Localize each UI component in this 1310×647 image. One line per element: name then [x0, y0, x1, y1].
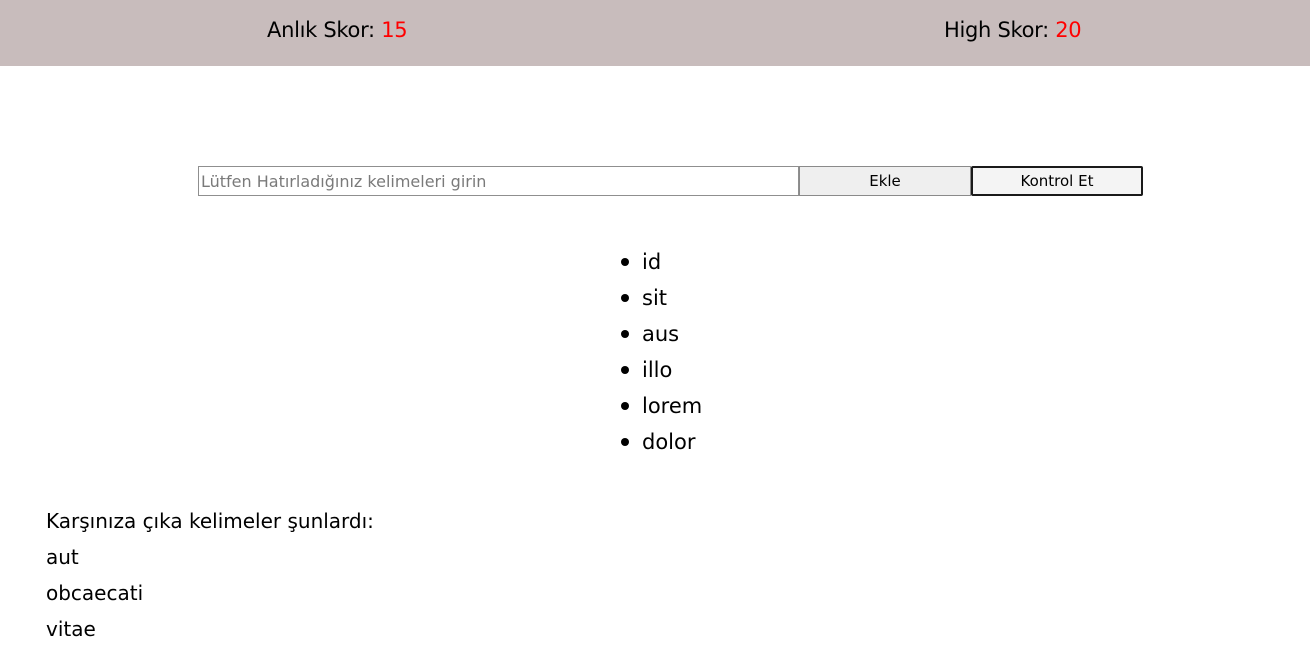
- high-score: High Skor: 20: [944, 17, 1082, 43]
- current-score-label: Anlık Skor:: [267, 18, 382, 42]
- word-input[interactable]: [198, 166, 799, 196]
- check-button[interactable]: Kontrol Et: [971, 166, 1143, 196]
- entered-word-item: id: [620, 244, 702, 280]
- add-button[interactable]: Ekle: [799, 166, 971, 196]
- word-entry-form: Ekle Kontrol Et: [198, 166, 1143, 196]
- current-score-value: 15: [381, 18, 408, 42]
- shown-word-item: vitae: [46, 617, 96, 641]
- high-score-label: High Skor:: [944, 18, 1056, 42]
- shown-words-section: Karşınıza çıka kelimeler şunlardı: aut ob…: [46, 503, 374, 647]
- entered-word-item: illo: [620, 352, 702, 388]
- entered-words-list: id sit aus illo lorem dolor: [620, 244, 702, 460]
- entered-word-item: lorem: [620, 388, 702, 424]
- shown-word-item: aut: [46, 545, 79, 569]
- entered-word-item: aus: [620, 316, 702, 352]
- high-score-value: 20: [1055, 18, 1082, 42]
- current-score: Anlık Skor: 15: [267, 17, 408, 43]
- shown-word-item: obcaecati: [46, 581, 144, 605]
- shown-words-title: Karşınıza çıka kelimeler şunlardı:: [46, 509, 374, 533]
- entered-word-item: sit: [620, 280, 702, 316]
- shown-words-list: aut obcaecati vitae: [46, 539, 374, 647]
- score-header: Anlık Skor: 15 High Skor: 20: [0, 0, 1310, 66]
- entered-word-item: dolor: [620, 424, 702, 460]
